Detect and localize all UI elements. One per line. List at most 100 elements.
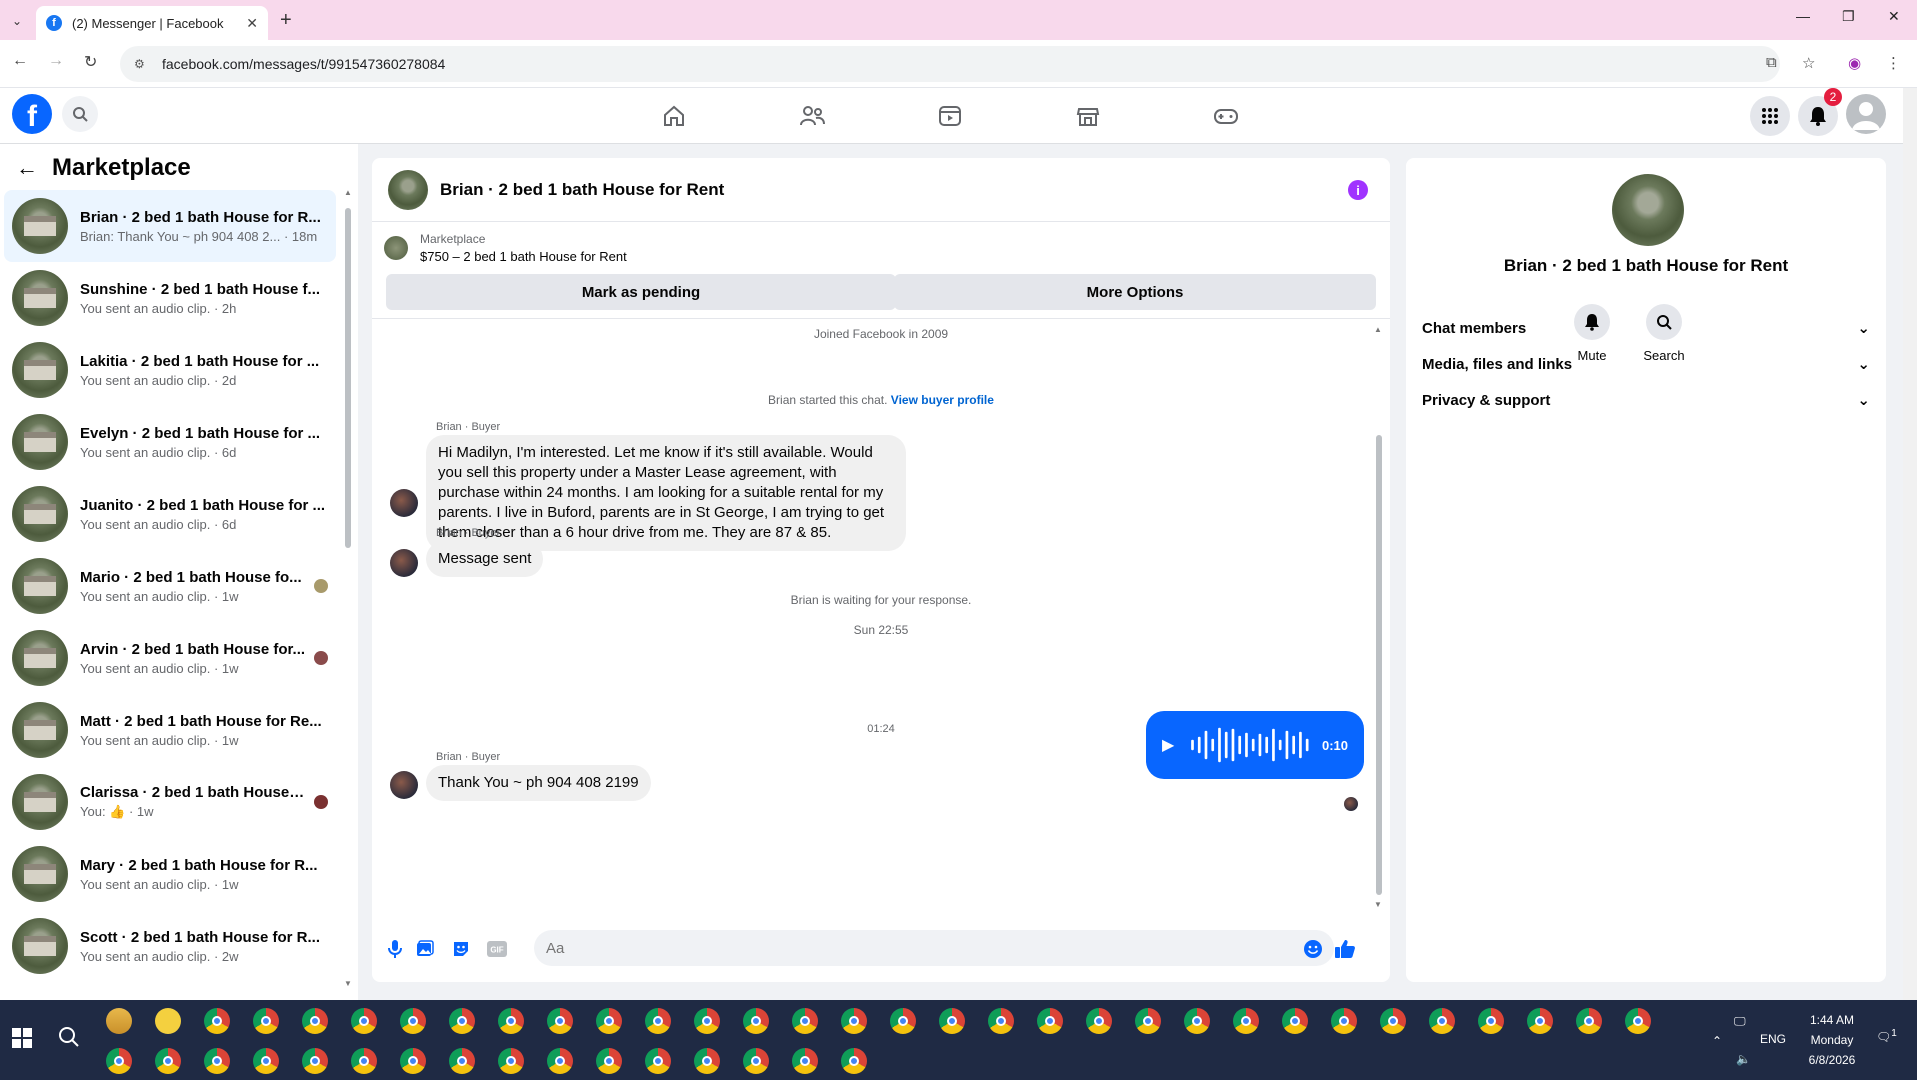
conversation-item[interactable]: Matt · 2 bed 1 bath House for Re... You s… [4,694,336,766]
chrome-browser-icon[interactable] [547,1048,573,1074]
like-thumb-icon[interactable] [1334,938,1356,960]
chrome-browser-icon[interactable] [1576,1008,1602,1034]
sender-avatar[interactable] [390,549,418,577]
chrome-browser-icon[interactable] [498,1008,524,1034]
chrome-browser-icon[interactable] [1625,1008,1651,1034]
conversation-item[interactable]: Mario · 2 bed 1 bath House fo... You sent… [4,550,336,622]
window-close-icon[interactable]: ✕ [1888,8,1900,25]
conversation-item[interactable]: Brian · 2 bed 1 bath House for R... Brian… [4,190,336,262]
audio-message[interactable]: ▶ 0:10 [1146,711,1364,779]
chrome-browser-icon[interactable] [645,1048,671,1074]
windows-start-icon[interactable] [12,1028,32,1048]
chrome-browser-icon[interactable] [204,1048,230,1074]
chrome-browser-icon[interactable] [890,1008,916,1034]
chrome-browser-icon[interactable] [988,1008,1014,1034]
chrome-browser-icon[interactable] [792,1048,818,1074]
sender-avatar[interactable] [390,771,418,799]
chrome-browser-icon[interactable] [1135,1008,1161,1034]
account-avatar[interactable] [1846,94,1886,134]
thread-scrollbar-thumb[interactable] [1376,435,1382,895]
forward-arrow-icon[interactable]: → [48,52,64,70]
chrome-browser-icon[interactable] [302,1008,328,1034]
video-icon[interactable] [934,100,966,132]
new-tab-icon[interactable]: + [280,9,292,32]
chrome-browser-icon[interactable] [449,1008,475,1034]
chrome-browser-icon[interactable] [155,1048,181,1074]
list-scrollbar-thumb[interactable] [345,208,351,548]
chrome-browser-icon[interactable] [841,1008,867,1034]
chrome-browser-icon[interactable] [1233,1008,1259,1034]
chrome-browser-icon[interactable] [1282,1008,1308,1034]
microphone-icon[interactable] [384,938,406,960]
more-options-button[interactable]: More Options [894,274,1376,310]
chrome-browser-icon[interactable] [547,1008,573,1034]
conversation-item[interactable]: Juanito · 2 bed 1 bath House for ... You … [4,478,336,550]
chrome-browser-icon[interactable] [1184,1008,1210,1034]
scroll-down-arrow-icon[interactable]: ▼ [344,979,352,988]
show-hidden-icons-icon[interactable]: ⌃ [1712,1034,1722,1048]
chrome-browser-icon[interactable] [1380,1008,1406,1034]
chrome-browser-icon[interactable] [1429,1008,1455,1034]
chat-avatar[interactable] [388,169,428,210]
chrome-browser-icon[interactable] [106,1048,132,1074]
sticky-notes-icon[interactable] [155,1008,181,1034]
message-bubble[interactable]: Thank You ~ ph 904 408 2199 [426,765,651,801]
listing-banner[interactable]: Marketplace $750 – 2 bed 1 bath House fo… [384,232,627,264]
chrome-browser-icon[interactable] [498,1048,524,1074]
conversation-item[interactable]: Clarissa · 2 bed 1 bath House f... You: 👍… [4,766,336,838]
marketplace-icon[interactable] [1072,100,1104,132]
list-scrollbar[interactable]: ▲ ▼ [344,188,352,988]
sticker-icon[interactable] [450,938,472,960]
scroll-down-arrow-icon[interactable]: ▼ [1374,900,1382,909]
chrome-browser-icon[interactable] [400,1048,426,1074]
scroll-up-arrow-icon[interactable]: ▲ [344,188,352,197]
thread-scrollbar[interactable]: ▲ ▼ [1374,325,1384,909]
chrome-browser-icon[interactable] [253,1048,279,1074]
conversation-item[interactable]: Arvin · 2 bed 1 bath House for... You sen… [4,622,336,694]
site-info-icon[interactable]: ⚙ [134,57,150,71]
browser-menu-icon[interactable]: ⋮ [1886,54,1901,72]
conversation-item[interactable]: Evelyn · 2 bed 1 bath House for ... You s… [4,406,336,478]
scroll-up-arrow-icon[interactable]: ▲ [1374,325,1382,334]
chrome-browser-icon[interactable] [596,1008,622,1034]
home-icon[interactable] [658,100,690,132]
message-bubble[interactable]: Message sent [426,541,544,577]
gif-icon[interactable]: GIF [486,938,508,960]
chat-title[interactable]: Brian · 2 bed 1 bath House for Rent [440,180,724,200]
play-icon[interactable]: ▶ [1162,735,1174,755]
conversation-item[interactable]: Lakitia · 2 bed 1 bath House for ... You … [4,334,336,406]
chrome-browser-icon[interactable] [253,1008,279,1034]
chrome-browser-icon[interactable] [1527,1008,1553,1034]
chrome-browser-icon[interactable] [302,1048,328,1074]
chrome-browser-icon[interactable] [204,1008,230,1034]
contact-avatar[interactable] [1612,174,1684,246]
conversation-item[interactable]: Sunshine · 2 bed 1 bath House f... You se… [4,262,336,334]
chrome-browser-icon[interactable] [841,1048,867,1074]
facebook-logo[interactable]: f [12,94,52,134]
media-files-links-section[interactable]: Media, files and links ⌄ [1422,344,1870,384]
gaming-icon[interactable] [1210,100,1242,132]
chrome-browser-icon[interactable] [596,1048,622,1074]
conversation-info-icon[interactable]: i [1348,180,1368,200]
bookmark-star-icon[interactable]: ☆ [1802,54,1815,72]
privacy-support-section[interactable]: Privacy & support ⌄ [1422,380,1870,420]
conversation-item[interactable]: Mary · 2 bed 1 bath House for R... You se… [4,838,336,910]
install-app-icon[interactable]: ⧉ [1766,54,1777,71]
taskbar-search-icon[interactable] [58,1026,80,1053]
tab-close-icon[interactable]: ✕ [246,15,258,32]
chrome-browser-icon[interactable] [1478,1008,1504,1034]
friends-icon[interactable] [796,100,828,132]
minimize-icon[interactable]: — [1796,8,1810,24]
clock[interactable]: 1:44 AM Monday 6/8/2026 [1800,1010,1864,1070]
network-tray-icon[interactable]: 🖵 [1734,1014,1746,1029]
browser-tab[interactable]: f (2) Messenger | Facebook ✕ [36,6,268,40]
back-arrow-icon[interactable]: ← [12,52,28,70]
message-input[interactable] [534,930,1334,966]
chrome-browser-icon[interactable] [792,1008,818,1034]
chrome-browser-icon[interactable] [351,1048,377,1074]
url-field[interactable]: ⚙ facebook.com/messages/t/99154736027808… [120,46,1780,82]
view-buyer-profile-link[interactable]: View buyer profile [891,393,994,407]
chat-members-section[interactable]: Chat members ⌄ [1422,308,1870,348]
chrome-browser-icon[interactable] [694,1008,720,1034]
fb-search-icon[interactable] [62,96,98,132]
